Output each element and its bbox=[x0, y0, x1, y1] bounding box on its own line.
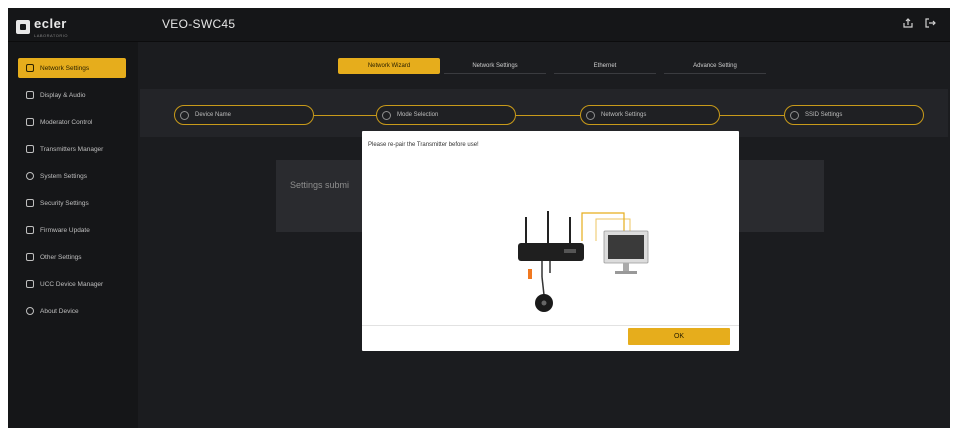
step-check-icon bbox=[790, 110, 799, 120]
logo-text: ecler bbox=[34, 16, 67, 31]
dialog-divider bbox=[362, 325, 739, 326]
sidebar-item-about-device[interactable]: About Device bbox=[18, 301, 126, 321]
brand-logo: ecler LABORATORIO bbox=[16, 15, 68, 38]
sidebar-item-label: Other Settings bbox=[40, 253, 82, 261]
step-label: SSID Settings bbox=[805, 112, 843, 118]
export-icon[interactable] bbox=[902, 17, 914, 29]
sidebar-item-other-settings[interactable]: Other Settings bbox=[18, 247, 126, 267]
logout-icon[interactable] bbox=[924, 17, 936, 29]
wizard-step-mode-selection: Mode Selection bbox=[376, 105, 516, 125]
wizard-step-ssid-settings: SSID Settings bbox=[784, 105, 924, 125]
sidebar-item-label: Transmitters Manager bbox=[40, 145, 104, 153]
sidebar-item-label: UCC Device Manager bbox=[40, 280, 104, 288]
step-label: Network Settings bbox=[601, 112, 647, 118]
step-connector bbox=[720, 115, 784, 116]
wizard-step-network-settings: Network Settings bbox=[580, 105, 720, 125]
step-connector bbox=[516, 115, 580, 116]
monitor-icon bbox=[26, 118, 34, 126]
logo-icon bbox=[16, 19, 30, 34]
sidebar-item-transmitters-manager[interactable]: Transmitters Manager bbox=[18, 139, 126, 159]
sidebar-item-label: System Settings bbox=[40, 172, 87, 180]
info-icon bbox=[26, 307, 34, 315]
update-icon bbox=[26, 226, 34, 234]
tab-ethernet[interactable]: Ethernet bbox=[554, 58, 656, 74]
step-check-icon bbox=[586, 110, 595, 120]
sidebar-item-ucc-device-manager[interactable]: UCC Device Manager bbox=[18, 274, 126, 294]
sidebar-item-moderator-control[interactable]: Moderator Control bbox=[18, 112, 126, 132]
sidebar-item-label: Display & Audio bbox=[40, 91, 86, 99]
app-window: ecler LABORATORIO VEO-SWC45 Network Sett… bbox=[8, 8, 950, 428]
sidebar-item-label: Network Settings bbox=[40, 64, 90, 72]
step-check-icon bbox=[180, 110, 189, 120]
sidebar-item-display-audio[interactable]: Display & Audio bbox=[18, 85, 126, 105]
display-icon bbox=[26, 91, 34, 99]
sidebar: Network Settings Display & Audio Moderat… bbox=[8, 42, 138, 428]
sidebar-item-system-settings[interactable]: System Settings bbox=[18, 166, 126, 186]
person-icon bbox=[26, 64, 34, 72]
pairing-illustration bbox=[518, 211, 649, 312]
settings-status-text: Settings submi bbox=[290, 180, 350, 190]
sidebar-item-network-settings[interactable]: Network Settings bbox=[18, 58, 126, 78]
device-icon bbox=[26, 280, 34, 288]
sidebar-item-security-settings[interactable]: Security Settings bbox=[18, 193, 126, 213]
page-title: VEO-SWC45 bbox=[162, 17, 236, 31]
logo-subtext: LABORATORIO bbox=[34, 33, 69, 38]
settings-icon bbox=[26, 253, 34, 261]
top-bar: ecler LABORATORIO VEO-SWC45 bbox=[8, 8, 950, 42]
sidebar-item-firmware-update[interactable]: Firmware Update bbox=[18, 220, 126, 240]
step-label: Mode Selection bbox=[397, 112, 439, 118]
wizard-step-device-name: Device Name bbox=[174, 105, 314, 125]
step-label: Device Name bbox=[195, 112, 232, 118]
sidebar-item-label: Moderator Control bbox=[40, 118, 93, 126]
sidebar-item-label: Firmware Update bbox=[40, 226, 90, 234]
step-connector bbox=[314, 115, 376, 116]
gear-icon bbox=[26, 172, 34, 180]
lock-icon bbox=[26, 199, 34, 207]
dialog-message: Please re-pair the Transmitter before us… bbox=[368, 142, 479, 148]
tab-network-settings[interactable]: Network Settings bbox=[444, 58, 546, 74]
repair-dialog: Please re-pair the Transmitter before us… bbox=[362, 131, 739, 351]
tab-network-wizard[interactable]: Network Wizard bbox=[338, 58, 440, 74]
ok-button[interactable]: OK bbox=[628, 328, 730, 345]
transmitter-icon bbox=[26, 145, 34, 153]
sidebar-item-label: About Device bbox=[40, 307, 79, 315]
tab-advance-setting[interactable]: Advance Setting bbox=[664, 58, 766, 74]
sidebar-item-label: Security Settings bbox=[40, 199, 89, 207]
step-check-icon bbox=[382, 110, 391, 120]
